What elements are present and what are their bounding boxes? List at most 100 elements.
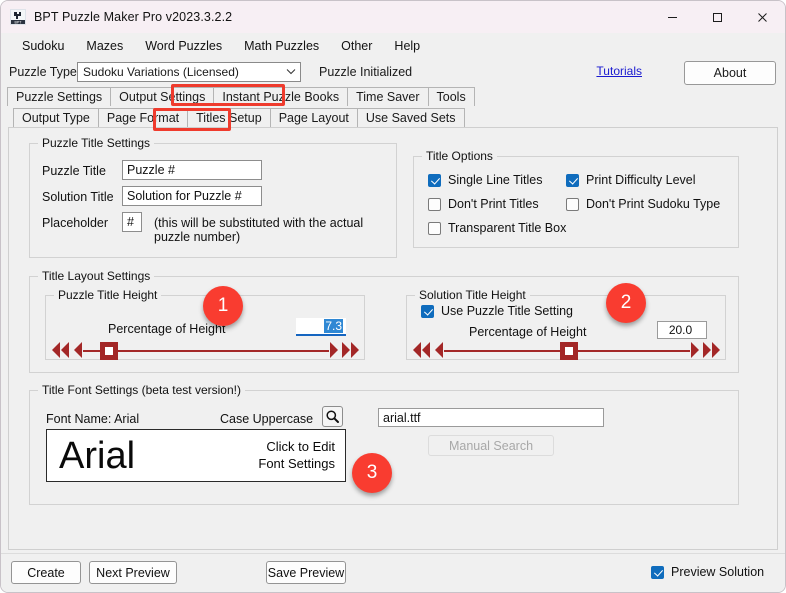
application-window: BPT BPT Puzzle Maker Pro v2023.3.2.2 Sud…	[0, 0, 786, 593]
checkbox-dont-print-titles[interactable]: Don't Print Titles	[428, 197, 539, 211]
puzzle-title-input[interactable]: Puzzle #	[122, 160, 262, 180]
double-right-arrow-icon[interactable]	[702, 341, 723, 362]
menu-item-math-puzzles[interactable]: Math Puzzles	[233, 36, 330, 56]
title-layout-settings-legend: Title Layout Settings	[38, 269, 154, 283]
puzzle-title-height-slider[interactable]	[50, 340, 362, 362]
titles-setup-panel: Puzzle Title Settings Puzzle Title Puzzl…	[8, 127, 778, 550]
double-right-arrow-icon[interactable]	[341, 341, 362, 362]
primary-tabstrip: Puzzle Settings Output Settings Instant …	[1, 85, 785, 106]
secondary-tabstrip: Output Type Page Format Titles Setup Pag…	[1, 106, 785, 127]
create-button[interactable]: Create	[11, 561, 81, 584]
font-name-label: Font Name: Arial	[46, 412, 139, 426]
font-preview-hint-line1: Click to Edit	[258, 439, 335, 455]
solution-title-height-handle[interactable]	[560, 342, 578, 360]
left-arrow-icon[interactable]	[72, 341, 83, 362]
font-preview-hint-line2: Font Settings	[258, 456, 335, 472]
checkbox-use-puzzle-title-setting-label: Use Puzzle Title Setting	[441, 304, 573, 318]
solution-title-height-group: Solution Title Height Use Puzzle Title S…	[406, 295, 726, 360]
checkbox-dont-print-sudoku-type-label: Don't Print Sudoku Type	[586, 197, 720, 211]
puzzle-title-height-handle[interactable]	[100, 342, 118, 360]
tab-puzzle-settings[interactable]: Puzzle Settings	[7, 87, 111, 106]
font-preview-sample: Arial	[59, 437, 135, 475]
svg-text:BPT: BPT	[15, 20, 23, 24]
tab-instant-puzzle-books[interactable]: Instant Puzzle Books	[213, 87, 348, 106]
close-icon[interactable]	[740, 1, 785, 33]
double-left-arrow-icon[interactable]	[50, 341, 71, 362]
solution-title-height-value[interactable]: 20.0	[657, 321, 707, 339]
title-font-settings-legend: Title Font Settings (beta test version!)	[38, 383, 245, 397]
save-preview-button[interactable]: Save Preview	[266, 561, 346, 584]
puzzle-title-settings-group: Puzzle Title Settings Puzzle Title Puzzl…	[29, 143, 397, 258]
checkbox-print-difficulty-level[interactable]: Print Difficulty Level	[566, 173, 696, 187]
menu-item-sudoku[interactable]: Sudoku	[11, 36, 75, 56]
solution-title-input[interactable]: Solution for Puzzle #	[122, 186, 262, 206]
manual-search-button[interactable]: Manual Search	[428, 435, 554, 456]
tab-use-saved-sets[interactable]: Use Saved Sets	[357, 108, 465, 127]
status-text: Puzzle Initialized	[319, 65, 412, 79]
checkbox-preview-solution[interactable]: Preview Solution	[651, 565, 764, 579]
case-label: Case Uppercase	[220, 412, 313, 426]
title-options-legend: Title Options	[422, 149, 497, 163]
tab-output-settings[interactable]: Output Settings	[110, 87, 214, 106]
placeholder-hint: (this will be substituted with the actua…	[154, 216, 396, 244]
magnifier-icon[interactable]	[322, 406, 343, 427]
menu-item-help[interactable]: Help	[383, 36, 431, 56]
checkbox-transparent-title-box-label: Transparent Title Box	[448, 221, 566, 235]
menu-item-other[interactable]: Other	[330, 36, 383, 56]
maximize-icon[interactable]	[695, 1, 740, 33]
checkbox-dont-print-titles-box[interactable]	[428, 198, 441, 211]
checkbox-preview-solution-box[interactable]	[651, 566, 664, 579]
checkbox-preview-solution-label: Preview Solution	[671, 565, 764, 579]
puzzle-title-settings-legend: Puzzle Title Settings	[38, 136, 154, 150]
tab-page-format[interactable]: Page Format	[98, 108, 188, 127]
tab-output-type[interactable]: Output Type	[13, 108, 99, 127]
tutorials-link[interactable]: Tutorials	[596, 64, 642, 78]
annotation-circle-2: 2	[606, 283, 646, 323]
checkbox-single-line-titles[interactable]: Single Line Titles	[428, 173, 543, 187]
placeholder-label: Placeholder	[42, 216, 108, 230]
menu-item-mazes[interactable]: Mazes	[75, 36, 134, 56]
checkbox-transparent-title-box-box[interactable]	[428, 222, 441, 235]
puzzle-title-height-value[interactable]: 7.3	[296, 318, 346, 336]
tab-time-saver[interactable]: Time Saver	[347, 87, 428, 106]
puzzle-title-height-caption: Percentage of Height	[108, 322, 225, 336]
solution-title-height-caption: Percentage of Height	[469, 325, 586, 339]
font-file-input[interactable]: arial.ttf	[378, 408, 604, 427]
chevron-down-icon	[286, 68, 296, 77]
bottom-bar: Create Next Preview Save Preview Preview…	[1, 553, 786, 592]
puzzle-type-label: Puzzle Type	[9, 65, 77, 79]
left-arrow-icon[interactable]	[433, 341, 444, 362]
puzzle-type-select[interactable]: Sudoku Variations (Licensed)	[77, 62, 301, 82]
checkbox-single-line-titles-box[interactable]	[428, 174, 441, 187]
next-preview-button[interactable]: Next Preview	[89, 561, 177, 584]
right-arrow-icon[interactable]	[690, 341, 701, 362]
annotation-circle-1: 1	[203, 286, 243, 326]
puzzle-title-height-track[interactable]	[83, 350, 329, 352]
puzzle-title-height-value-text: 7.3	[324, 319, 343, 333]
checkbox-use-puzzle-title-setting-box[interactable]	[421, 305, 434, 318]
solution-title-height-slider[interactable]	[411, 340, 723, 362]
menu-item-word-puzzles[interactable]: Word Puzzles	[134, 36, 233, 56]
right-arrow-icon[interactable]	[329, 341, 340, 362]
tab-tools[interactable]: Tools	[428, 87, 475, 106]
window-title: BPT Puzzle Maker Pro v2023.3.2.2	[34, 10, 232, 24]
font-preview-box[interactable]: Arial Click to Edit Font Settings	[46, 429, 346, 482]
menu-bar: Sudoku Mazes Word Puzzles Math Puzzles O…	[1, 33, 785, 59]
font-preview-hint: Click to Edit Font Settings	[258, 439, 335, 472]
checkbox-print-difficulty-level-box[interactable]	[566, 174, 579, 187]
checkbox-single-line-titles-label: Single Line Titles	[448, 173, 543, 187]
placeholder-input[interactable]: #	[122, 212, 142, 232]
checkbox-use-puzzle-title-setting[interactable]: Use Puzzle Title Setting	[421, 304, 573, 318]
tab-page-layout[interactable]: Page Layout	[270, 108, 358, 127]
double-left-arrow-icon[interactable]	[411, 341, 432, 362]
checkbox-dont-print-sudoku-type-box[interactable]	[566, 198, 579, 211]
app-icon: BPT	[10, 9, 26, 25]
annotation-circle-3: 3	[352, 453, 392, 493]
title-options-group: Title Options Single Line Titles Print D…	[413, 156, 739, 248]
about-button[interactable]: About	[684, 61, 776, 85]
tab-titles-setup[interactable]: Titles Setup	[187, 108, 271, 127]
solution-title-height-track[interactable]	[444, 350, 690, 352]
checkbox-dont-print-sudoku-type[interactable]: Don't Print Sudoku Type	[566, 197, 720, 211]
minimize-icon[interactable]	[650, 1, 695, 33]
checkbox-transparent-title-box[interactable]: Transparent Title Box	[428, 221, 566, 235]
